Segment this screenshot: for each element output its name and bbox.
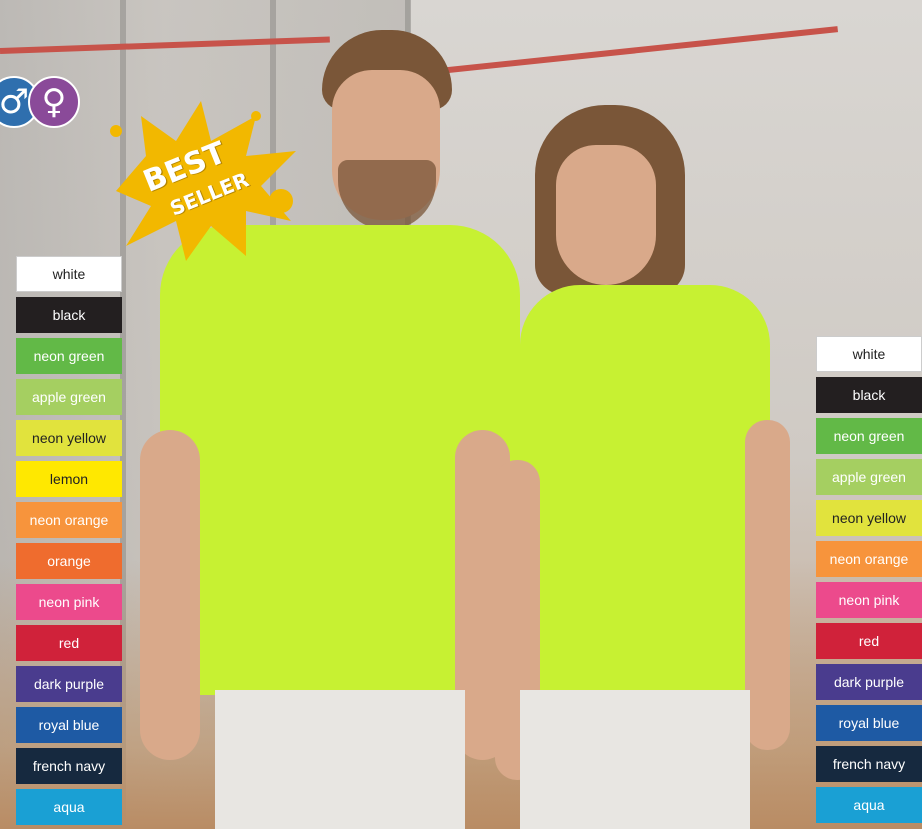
color-swatch-aqua[interactable]: aqua xyxy=(16,789,122,825)
color-swatch-neon-yellow[interactable]: neon yellow xyxy=(816,500,922,536)
color-swatch-black[interactable]: black xyxy=(816,377,922,413)
color-swatch-red[interactable]: red xyxy=(816,623,922,659)
color-swatch-neon-pink[interactable]: neon pink xyxy=(16,584,122,620)
left-color-list: white black neon green apple green neon yell… xyxy=(16,256,122,825)
color-swatch-lemon[interactable]: lemon xyxy=(16,461,122,497)
female-icon: ♀ xyxy=(28,76,80,128)
color-swatch-dark-purple[interactable]: dark purple xyxy=(16,666,122,702)
color-swatch-orange[interactable]: orange xyxy=(16,543,122,579)
color-swatch-aqua[interactable]: aqua xyxy=(816,787,922,823)
color-swatch-french-navy[interactable]: french navy xyxy=(16,748,122,784)
color-swatch-black[interactable]: black xyxy=(16,297,122,333)
color-swatch-royal-blue[interactable]: royal blue xyxy=(16,707,122,743)
color-swatch-neon-pink[interactable]: neon pink xyxy=(816,582,922,618)
color-swatch-royal-blue[interactable]: royal blue xyxy=(816,705,922,741)
product-photo: ♂ ♀ BEST SELLER white black neon green appl… xyxy=(0,0,922,829)
color-swatch-neon-green[interactable]: neon green xyxy=(16,338,122,374)
color-swatch-white[interactable]: white xyxy=(16,256,122,292)
color-swatch-french-navy[interactable]: french navy xyxy=(816,746,922,782)
color-swatch-neon-orange[interactable]: neon orange xyxy=(816,541,922,577)
color-swatch-white[interactable]: white xyxy=(816,336,922,372)
color-swatch-neon-orange[interactable]: neon orange xyxy=(16,502,122,538)
color-swatch-neon-yellow[interactable]: neon yellow xyxy=(16,420,122,456)
color-swatch-dark-purple[interactable]: dark purple xyxy=(816,664,922,700)
color-swatch-apple-green[interactable]: apple green xyxy=(816,459,922,495)
best-seller-badge xyxy=(110,101,296,261)
right-color-list: white black neon green apple green neon yell… xyxy=(816,336,922,823)
color-swatch-red[interactable]: red xyxy=(16,625,122,661)
color-swatch-apple-green[interactable]: apple green xyxy=(16,379,122,415)
color-swatch-neon-green[interactable]: neon green xyxy=(816,418,922,454)
